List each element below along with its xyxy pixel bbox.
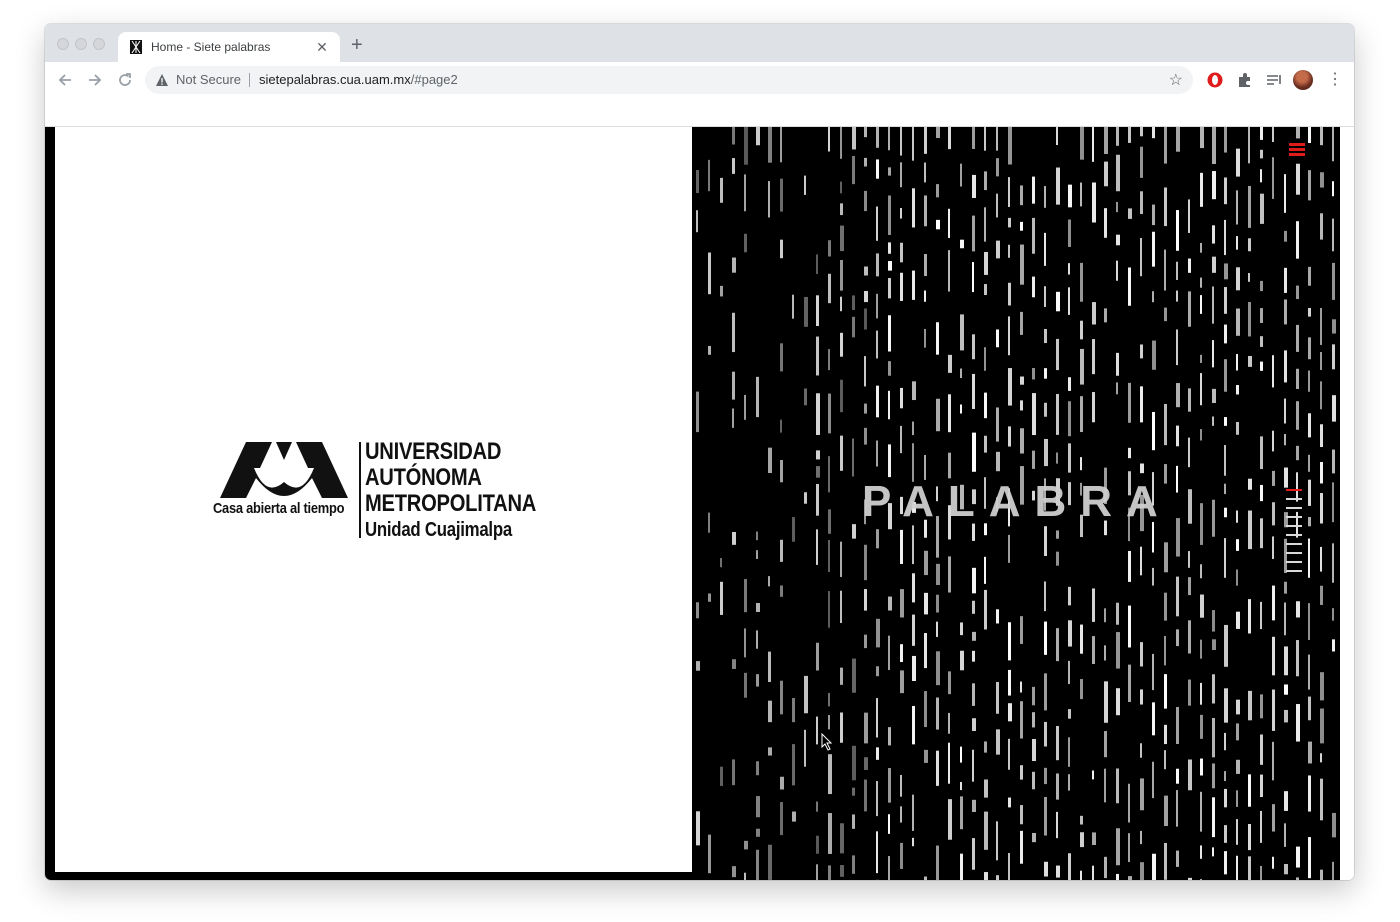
logo-wordmark: UNIVERSIDAD AUTÓNOMA METROPOLITANA Unida… xyxy=(365,439,536,543)
reload-icon[interactable] xyxy=(115,70,135,90)
warning-icon[interactable] xyxy=(155,73,169,87)
site-favicon-icon xyxy=(130,40,142,54)
tab-title: Home - Siete palabras xyxy=(151,40,271,54)
page-nav-dash[interactable] xyxy=(1286,561,1302,563)
reading-list-icon[interactable] xyxy=(1264,70,1284,90)
palabra-headline: PALABRA xyxy=(862,477,1172,526)
logo-line-2: AUTÓNOMA xyxy=(365,464,482,491)
puzzle-extension-icon[interactable] xyxy=(1235,70,1255,90)
page-nav-dash[interactable] xyxy=(1286,516,1302,518)
security-label[interactable]: Not Secure xyxy=(176,72,241,87)
minimize-window-button[interactable] xyxy=(75,38,87,50)
zoom-window-button[interactable] xyxy=(93,38,105,50)
back-arrow-icon[interactable] xyxy=(55,70,75,90)
left-panel: Casa abierta al tiempo UNIVERSIDAD AUTÓN… xyxy=(45,127,692,880)
close-window-button[interactable] xyxy=(57,38,69,50)
page-nav-dash[interactable] xyxy=(1286,498,1302,500)
page-navigation xyxy=(1286,489,1306,579)
tab-strip: Home - Siete palabras ✕ + xyxy=(45,24,1354,62)
url-text[interactable]: sietepalabras.cua.uam.mx/#page2 xyxy=(259,72,458,87)
logo-line-4: Unidad Cuajimalpa xyxy=(365,519,512,541)
page-nav-dash[interactable] xyxy=(1286,507,1302,509)
url-host: sietepalabras.cua.uam.mx xyxy=(259,72,411,87)
browser-toolbar: Not Secure sietepalabras.cua.uam.mx/#pag… xyxy=(45,62,1354,98)
new-tab-button[interactable]: + xyxy=(351,35,363,55)
more-menu-icon[interactable]: ⋮ xyxy=(1327,68,1343,92)
page-nav-dash[interactable] xyxy=(1286,525,1302,527)
cursor-icon xyxy=(821,733,833,751)
logo-tagline: Casa abierta al tiempo xyxy=(213,500,345,517)
forward-arrow-icon[interactable] xyxy=(85,70,105,90)
tab-active[interactable]: Home - Siete palabras ✕ xyxy=(118,32,340,62)
url-path: /#page2 xyxy=(410,72,458,87)
page-nav-dash[interactable] xyxy=(1286,552,1302,554)
page-nav-dash[interactable] xyxy=(1286,534,1302,536)
omnibox-divider xyxy=(249,73,250,87)
browser-window: Home - Siete palabras ✕ + Not Secure sie… xyxy=(45,24,1354,880)
profile-avatar[interactable] xyxy=(1293,70,1313,90)
address-bar[interactable]: Not Secure sietepalabras.cua.uam.mx/#pag… xyxy=(145,66,1193,94)
logo-line-1: UNIVERSIDAD xyxy=(365,438,502,465)
opera-icon[interactable] xyxy=(1205,70,1225,90)
logo-line-3: METROPOLITANA xyxy=(365,490,537,517)
page-nav-dash[interactable] xyxy=(1286,543,1302,545)
page-viewport: Casa abierta al tiempo UNIVERSIDAD AUTÓN… xyxy=(45,127,1354,880)
right-gutter xyxy=(1340,127,1354,880)
uam-logo-mark xyxy=(220,442,348,498)
hamburger-menu-icon[interactable] xyxy=(1289,143,1305,157)
logo-divider xyxy=(359,442,361,538)
page-nav-dash[interactable] xyxy=(1286,570,1302,572)
page-nav-dash[interactable] xyxy=(1286,489,1302,491)
close-tab-icon[interactable]: ✕ xyxy=(314,38,330,56)
star-icon[interactable]: ☆ xyxy=(1169,70,1183,90)
right-panel: PALABRA xyxy=(692,127,1340,880)
